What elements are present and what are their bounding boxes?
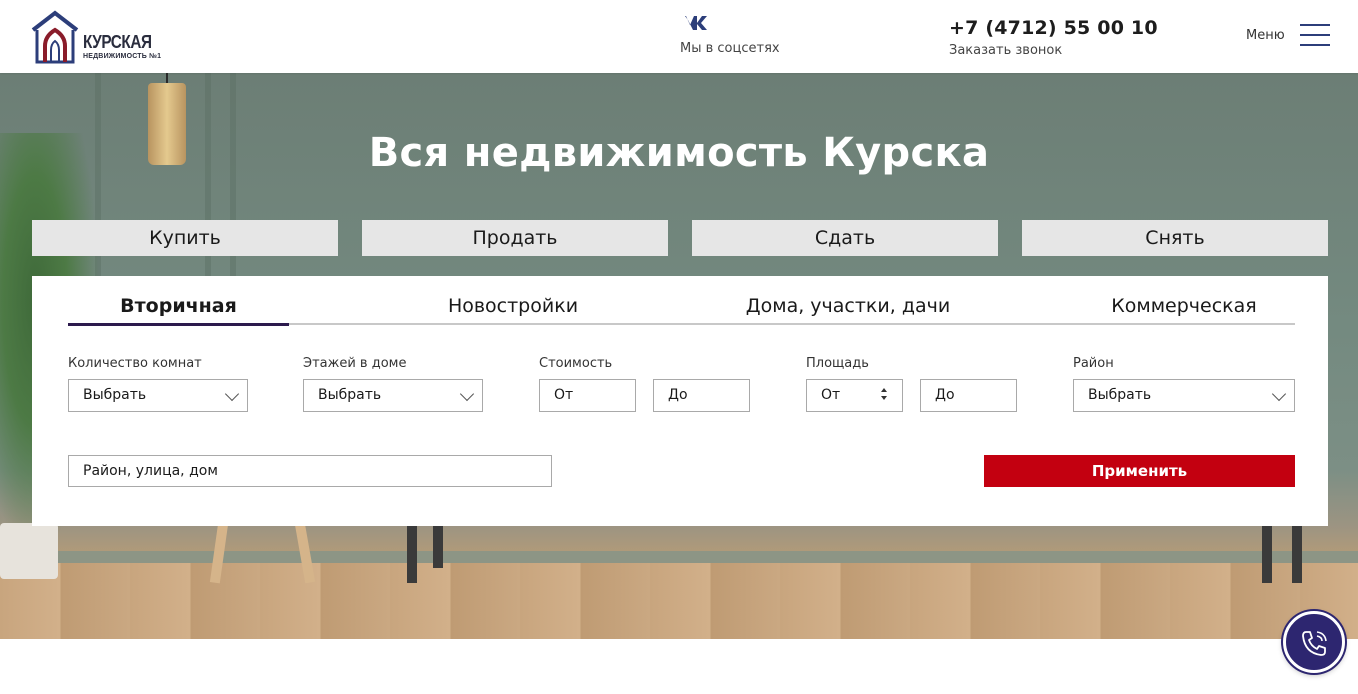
chevron-down-icon bbox=[459, 386, 475, 402]
rooms-label: Количество комнат bbox=[68, 356, 202, 371]
hero-section: Вся недвижимость Курска Купить Продать С… bbox=[0, 73, 1358, 639]
deal-tab-rent[interactable]: Снять bbox=[1022, 220, 1328, 256]
social-label: Мы в соцсетях bbox=[680, 41, 780, 56]
chevron-down-icon bbox=[1271, 386, 1287, 402]
price-from-input[interactable]: От bbox=[539, 379, 636, 412]
menu-button[interactable]: Меню bbox=[1246, 24, 1330, 46]
menu-label: Меню bbox=[1246, 27, 1285, 43]
callback-link[interactable]: Заказать звонок bbox=[949, 43, 1158, 58]
tab-new-buildings[interactable]: Новостройки bbox=[423, 295, 603, 325]
price-to-input[interactable]: До bbox=[653, 379, 750, 412]
phone-number[interactable]: +7 (4712) 55 00 10 bbox=[949, 17, 1158, 39]
apply-button[interactable]: Применить bbox=[984, 455, 1295, 487]
area-label: Площадь bbox=[806, 356, 869, 371]
table-leg bbox=[407, 523, 417, 583]
floors-select[interactable]: Выбрать bbox=[303, 379, 483, 412]
chevron-down-icon bbox=[224, 386, 240, 402]
address-search-input[interactable]: Район, улица, дом bbox=[68, 455, 552, 487]
filter-panel: Вторичная Новостройки Дома, участки, дач… bbox=[32, 276, 1328, 526]
area-from-value: От bbox=[821, 387, 841, 403]
logo-subtitle: НЕДВИЖИМОСТЬ №1 bbox=[83, 53, 162, 60]
vk-icon[interactable] bbox=[680, 14, 708, 32]
district-select[interactable]: Выбрать bbox=[1073, 379, 1295, 412]
table-leg bbox=[1262, 523, 1272, 583]
table-leg bbox=[433, 523, 443, 568]
hamburger-icon[interactable] bbox=[1299, 24, 1330, 46]
phone-call-icon bbox=[1302, 631, 1327, 656]
floors-label: Этажей в доме bbox=[303, 356, 407, 371]
logo[interactable]: КУРСКАЯ НЕДВИЖИМОСТЬ №1 bbox=[31, 10, 161, 64]
active-tab-underline bbox=[68, 323, 289, 326]
site-header: КУРСКАЯ НЕДВИЖИМОСТЬ №1 Мы в соцсетях +7… bbox=[0, 0, 1358, 73]
deal-tabs: Купить Продать Сдать Снять bbox=[32, 220, 1328, 256]
deal-tab-sell[interactable]: Продать bbox=[362, 220, 668, 256]
callback-float-button[interactable] bbox=[1283, 611, 1345, 673]
tab-houses-plots[interactable]: Дома, участки, дачи bbox=[743, 295, 953, 325]
social-link[interactable]: Мы в соцсетях bbox=[680, 14, 780, 56]
spinner-arrows-icon[interactable] bbox=[881, 388, 888, 402]
floor-image bbox=[0, 563, 1358, 639]
area-from-input[interactable]: От bbox=[806, 379, 903, 412]
tab-secondary[interactable]: Вторичная bbox=[68, 295, 289, 325]
area-to-input[interactable]: До bbox=[920, 379, 1017, 412]
deal-tab-rent-out[interactable]: Сдать bbox=[692, 220, 998, 256]
logo-title: КУРСКАЯ bbox=[83, 32, 152, 52]
deal-tab-buy[interactable]: Купить bbox=[32, 220, 338, 256]
price-label: Стоимость bbox=[539, 356, 613, 371]
phone-block: +7 (4712) 55 00 10 Заказать звонок bbox=[949, 17, 1158, 58]
plant-pot bbox=[0, 523, 58, 579]
hero-title: Вся недвижимость Курска bbox=[368, 130, 990, 176]
logo-house-icon bbox=[31, 10, 79, 64]
rooms-select[interactable]: Выбрать bbox=[68, 379, 248, 412]
district-label: Район bbox=[1073, 356, 1114, 371]
floors-select-value: Выбрать bbox=[318, 387, 382, 403]
property-type-tabs: Вторичная Новостройки Дома, участки, дач… bbox=[68, 295, 1295, 326]
district-select-value: Выбрать bbox=[1088, 387, 1152, 403]
rooms-select-value: Выбрать bbox=[83, 387, 147, 403]
tab-commercial[interactable]: Коммерческая bbox=[1104, 295, 1264, 325]
table-leg bbox=[1292, 523, 1302, 583]
